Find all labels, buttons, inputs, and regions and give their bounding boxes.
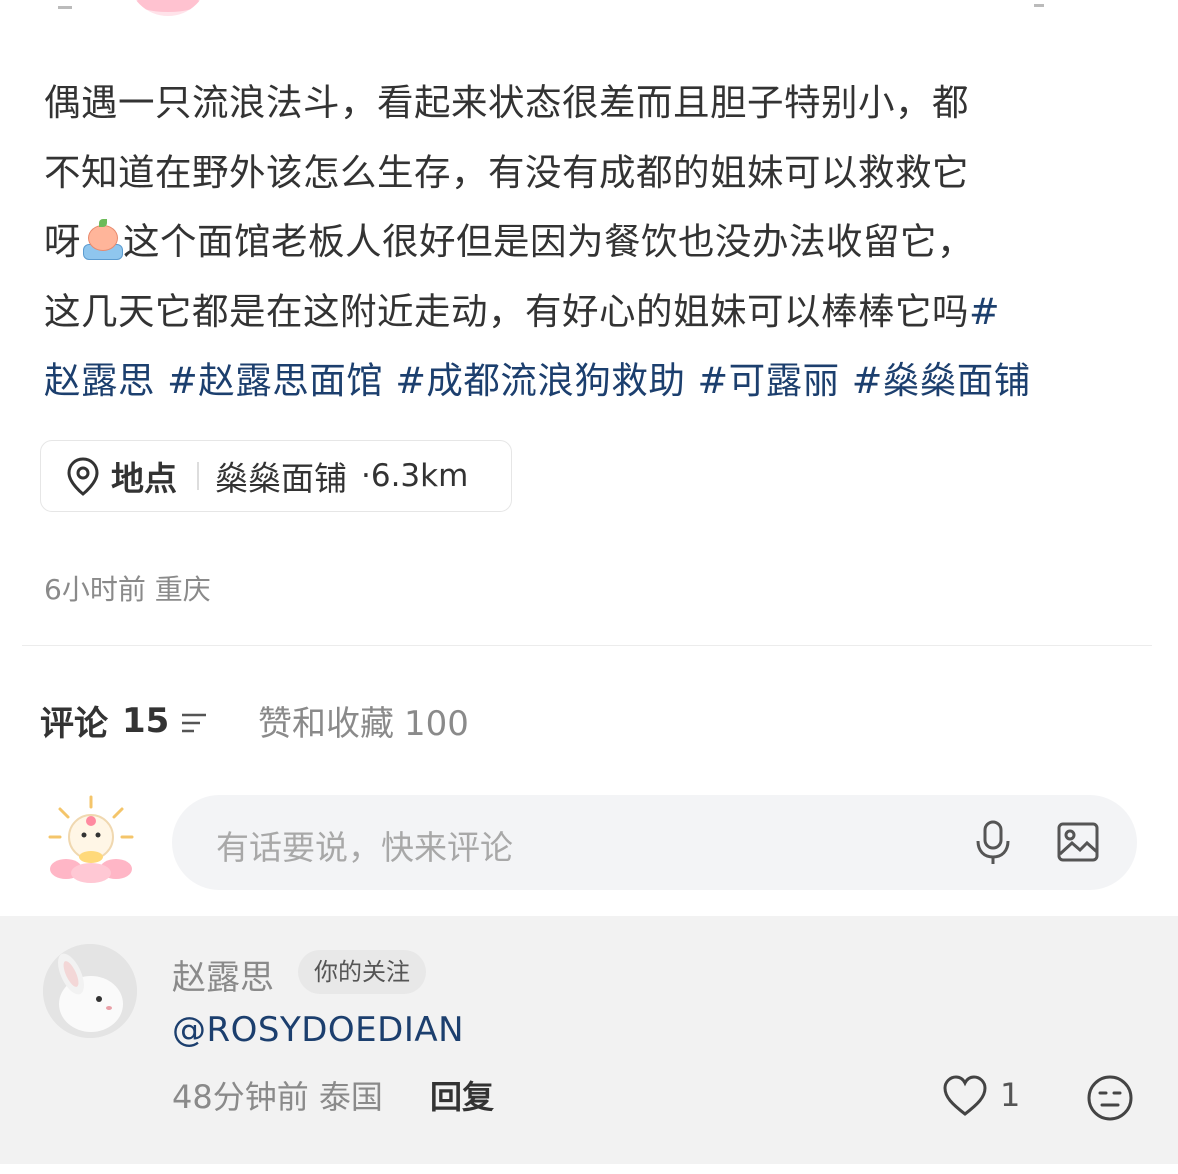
comment-input[interactable]: 有话要说，快来评论: [172, 795, 1137, 890]
post-line-2: 不知道在野外该怎么生存，有没有成都的姐妹可以救救它: [44, 150, 969, 194]
location-place: 燊燊面铺: [215, 459, 347, 498]
post-tags-line: 赵露思 #赵露思面馆 #成都流浪狗救助 #可露丽 #燊燊面铺: [44, 346, 1139, 416]
commenter-username[interactable]: 赵露思: [172, 950, 274, 999]
comment-like-count: 1: [1000, 1076, 1021, 1114]
heart-icon[interactable]: [942, 1074, 988, 1118]
post-meta: 6小时前 重庆: [44, 568, 211, 608]
hashtag-keluli[interactable]: #可露丽: [698, 359, 840, 402]
hashtag-prefix[interactable]: #: [969, 290, 1000, 333]
likes-count: 100: [404, 704, 469, 744]
location-card[interactable]: 地点 燊燊面铺 ·6.3km: [40, 440, 512, 512]
header-action-fragment[interactable]: [1034, 0, 1044, 7]
divider: [22, 645, 1152, 646]
hashtag-zhaolusi[interactable]: 赵露思: [44, 359, 155, 402]
comment-time: 48分钟前: [172, 1078, 309, 1116]
sort-icon[interactable]: [179, 710, 209, 736]
location-label: 地点: [111, 459, 177, 498]
comments-tab[interactable]: 评论 15: [40, 696, 209, 745]
comments-label: 评论: [40, 704, 108, 744]
location-pin-icon: [67, 457, 99, 496]
post-body: 偶遇一只流浪法斗，看起来状态很差而且胆子特别小，都 不知道在野外该怎么生存，有没…: [44, 68, 1139, 416]
post-line-1: 偶遇一只流浪法斗，看起来状态很差而且胆子特别小，都: [44, 81, 969, 124]
location-distance: ·6.3km: [361, 458, 469, 494]
microphone-icon[interactable]: [972, 819, 1014, 867]
hashtag-zhaolusi-noodle-shop[interactable]: #赵露思面馆: [167, 359, 383, 402]
crying-peach-emoji: [83, 219, 123, 260]
comment-meta: 48分钟前 泰国: [172, 1072, 383, 1118]
post-line-3-start: 呀: [44, 220, 81, 263]
back-icon-fragment[interactable]: [58, 0, 72, 9]
post-region: 重庆: [154, 573, 211, 606]
commenter-avatar[interactable]: [43, 944, 137, 1038]
post-line-3-rest: 这个面馆老板人很好但是因为餐饮也没办法收留它，: [123, 220, 974, 263]
post-time: 6小时前: [44, 573, 146, 606]
post-line-4: 这几天它都是在这附近走动，有好心的姐妹可以棒棒它吗#: [44, 277, 1139, 347]
bottom-edge: [0, 1164, 1178, 1174]
reply-button[interactable]: 回复: [430, 1072, 494, 1118]
location-divider: [197, 462, 199, 490]
comments-count: 15: [122, 700, 170, 741]
current-user-avatar[interactable]: [48, 795, 134, 883]
comment-text[interactable]: @ROSYDOEDIAN: [172, 1010, 464, 1050]
image-icon[interactable]: [1056, 821, 1100, 863]
hashtag-chengdu-stray-dog-rescue[interactable]: #成都流浪狗救助: [395, 359, 685, 402]
comment-region: 泰国: [318, 1078, 383, 1116]
author-avatar[interactable]: [128, 0, 208, 16]
following-badge: 你的关注: [298, 950, 426, 994]
likes-collects-tab[interactable]: 赞和收藏 100: [258, 696, 469, 745]
comment-input-placeholder: 有话要说，快来评论: [216, 828, 513, 867]
face-emoji-icon[interactable]: [1086, 1074, 1134, 1122]
hashtag-shenshen-noodle-shop[interactable]: #燊燊面铺: [852, 359, 1031, 402]
post-line-3: 呀这个面馆老板人很好但是因为餐饮也没办法收留它，: [44, 207, 1139, 277]
post-line-4-text: 这几天它都是在这附近走动，有好心的姐妹可以棒棒它吗: [44, 289, 969, 333]
likes-label: 赞和收藏: [258, 704, 394, 744]
